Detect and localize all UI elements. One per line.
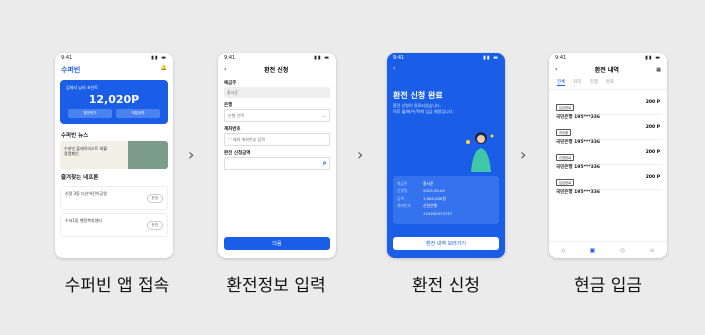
status-bar: 9:41 ▮▮ ▬	[549, 53, 667, 63]
back-icon[interactable]: ‹	[387, 63, 505, 74]
news-section-title: 수퍼빈 뉴스	[61, 133, 89, 139]
favorite-status: 운영	[146, 194, 163, 203]
chevron-right-icon: ›	[357, 145, 364, 164]
phone-exchange-history: 9:41 ▮▮ ▬ ‹ 환전 내역 ▦ 전체 처리 진행 완료 입금완료 국민은…	[549, 53, 667, 258]
balance-amount: 12,020P	[88, 93, 140, 106]
exchange-icon[interactable]: ▣	[590, 247, 596, 254]
page-title: 환전 내역	[594, 67, 619, 74]
status-time: 9:41	[224, 55, 236, 61]
step-caption-4: 현금 입금	[574, 276, 642, 296]
status-bar: 9:41 ▮▮ ▬	[387, 53, 505, 63]
list-item[interactable]: 입금완료 국민은행 195***336 200 P	[554, 90, 662, 120]
tab-progress[interactable]: 진행	[590, 79, 598, 86]
status-badge: 신청완료	[556, 154, 575, 161]
history-button[interactable]: 적립내역	[116, 109, 160, 118]
chevron-right-icon: ›	[520, 145, 527, 164]
list-item[interactable]: 신청완료 국민은행 195***336 200 P	[554, 140, 662, 170]
deposit-amount: 200 P	[645, 125, 660, 130]
signal-icon: ▮▮ ▬	[151, 55, 167, 61]
tab-done[interactable]: 완료	[606, 79, 614, 86]
signal-icon: ▮▮ ▬	[645, 55, 661, 61]
deposit-amount: 200 P	[645, 100, 660, 105]
signal-icon: ▮▮ ▬	[314, 55, 330, 61]
status-bar: 9:41 ▮▮ ▬	[218, 53, 336, 63]
account-input[interactable]: '-' 제외 계좌번호 입력	[224, 133, 330, 146]
news-text: 수퍼빈 플레이리스트 재활용캠페인	[64, 146, 108, 156]
status-bar: 9:41 ▮▮ ▬	[55, 53, 173, 63]
bank-label: 은행	[224, 103, 233, 108]
news-banner[interactable]: 수퍼빈 플레이리스트 재활용캠페인	[60, 141, 168, 169]
status-badge: 입금완료	[556, 179, 575, 186]
bank-account: 국민은행 195***336	[556, 190, 600, 195]
deposit-amount: 200 P	[645, 150, 660, 155]
account-label: 계좌번호	[224, 127, 241, 132]
list-item[interactable]: 입금완료 국민은행 195***336 200 P	[554, 165, 662, 195]
status-badge: 입금완료	[556, 104, 575, 111]
amount-input[interactable]: P	[224, 157, 330, 170]
menu-icon[interactable]: ≡	[650, 247, 655, 254]
news-image	[128, 141, 168, 169]
step-caption-2: 환전정보 입력	[226, 276, 326, 296]
favorite-status: 운영	[146, 221, 163, 230]
phone-exchange-form: 9:41 ▮▮ ▬ ‹ 환전 신청 예금주 홍서준 은행 은행 선택 ⌄ 계좌번호…	[218, 53, 336, 258]
exchange-button[interactable]: 환전하기	[68, 109, 112, 118]
view-history-button[interactable]: 환전 내역 보러가기	[393, 237, 499, 250]
step-caption-1: 수퍼빈 앱 접속	[64, 276, 170, 296]
map-icon[interactable]: ◎	[620, 247, 625, 254]
status-badge: 처리중	[556, 129, 572, 136]
tab-processing[interactable]: 처리	[573, 79, 581, 86]
deposit-amount: 200 P	[645, 175, 660, 180]
bottom-nav: ⌂ ▣ ◎ ≡	[549, 241, 667, 258]
holder-label: 예금주	[224, 81, 237, 86]
signal-icon: ▮▮ ▬	[483, 55, 499, 61]
page-title: 환전 신청	[264, 67, 289, 74]
exchange-info-card: 예금주 홍서준 신청일 2023.09.04 금액 1,000,000원 계좌번호 신한…	[393, 176, 499, 224]
chevron-right-icon: ›	[188, 145, 195, 164]
next-button[interactable]: 다음	[224, 237, 330, 250]
status-time: 9:41	[61, 55, 73, 61]
phone-app-home: 9:41 ▮▮ ▬ 수퍼빈 🔔 김체리 님의 포인트 12,020P 환전하기 …	[55, 53, 173, 258]
step-caption-3: 환전 신청	[412, 276, 480, 296]
complete-title: 환전 신청 완료	[393, 91, 443, 100]
holder-field[interactable]: 홍서준	[224, 87, 330, 98]
complete-desc-2: 이후 월/화/수/목에 입금 예정입니다.	[393, 108, 454, 114]
person-illustration-icon	[466, 132, 494, 172]
favorite-item[interactable]: 수서1동 행정복지센터 운영	[60, 213, 168, 237]
list-item[interactable]: 처리중 국민은행 195***336 200 P	[554, 115, 662, 145]
favorites-title: 즐겨찾는 네프론	[61, 175, 99, 181]
history-tabs: 전체 처리 진행 완료	[549, 76, 667, 90]
app-logo: 수퍼빈	[61, 66, 81, 74]
favorite-item[interactable]: 신정 3동 다산어린이공원 운영	[60, 186, 168, 210]
bell-icon[interactable]: 🔔	[161, 65, 167, 75]
point-card: 김체리 님의 포인트 12,020P 환전하기 적립내역	[60, 80, 168, 124]
home-icon[interactable]: ⌂	[561, 247, 565, 254]
balance-label: 김체리 님의 포인트	[66, 85, 98, 90]
status-time: 9:41	[393, 55, 405, 61]
status-time: 9:41	[555, 55, 567, 61]
bank-select[interactable]: 은행 선택 ⌄	[224, 109, 330, 122]
tab-all[interactable]: 전체	[557, 79, 566, 86]
amount-label: 환전 신청금액	[224, 151, 251, 156]
phone-exchange-complete: 9:41 ▮▮ ▬ ‹ 환전 신청 완료 환전 신청이 완료되었습니다. 이후 …	[387, 53, 505, 258]
calendar-icon[interactable]: ▦	[656, 67, 661, 73]
chevron-down-icon: ⌄	[322, 113, 326, 118]
